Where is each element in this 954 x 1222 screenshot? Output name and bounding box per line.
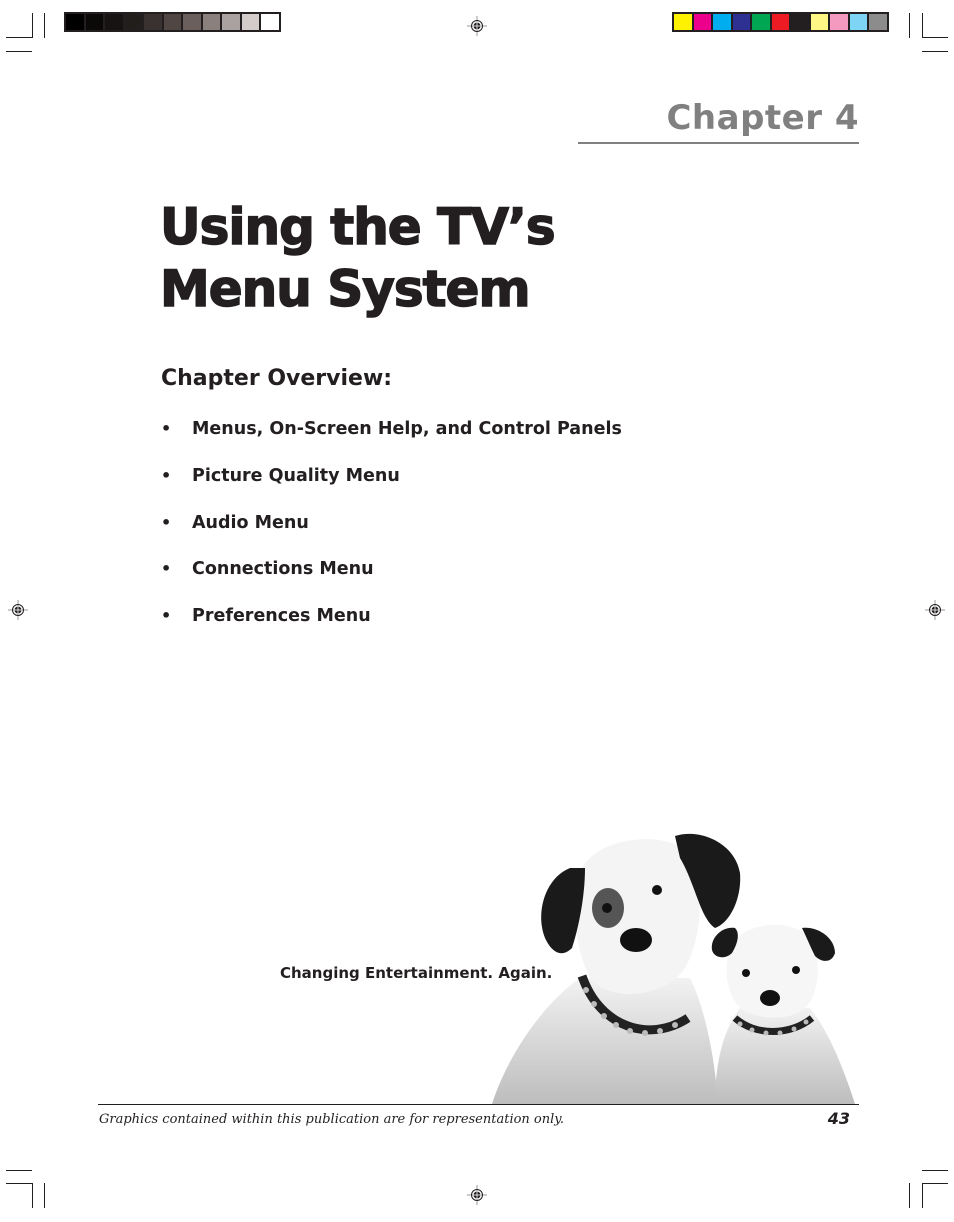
color-swatch — [202, 14, 221, 30]
color-swatch — [183, 14, 201, 30]
crop-mark — [922, 37, 948, 38]
large-dog-eye — [652, 885, 662, 895]
color-swatch — [163, 14, 182, 30]
crop-mark — [922, 13, 923, 38]
crop-mark — [32, 1183, 33, 1208]
color-swatch — [869, 14, 888, 30]
list-item-text: Connections Menu — [192, 559, 374, 580]
crop-mark — [6, 37, 32, 38]
small-dog-eye — [742, 969, 750, 977]
color-swatch — [85, 14, 104, 30]
small-dog-nose — [760, 990, 780, 1006]
page-title-line-1: Using the TV’s — [159, 197, 556, 257]
color-swatch — [810, 14, 829, 30]
chapter-label: Chapter 4 — [666, 98, 859, 138]
crop-mark — [44, 13, 45, 38]
color-swatch — [124, 14, 143, 30]
registration-mark-icon — [467, 16, 487, 36]
color-swatch — [791, 14, 809, 30]
bullet-icon: • — [161, 606, 172, 626]
crop-mark — [6, 51, 32, 52]
color-swatch — [713, 14, 731, 30]
footer-disclaimer: Graphics contained within this publicati… — [99, 1112, 565, 1127]
small-dog-eye — [792, 966, 800, 974]
list-item: • Menus, On-Screen Help, and Control Pane… — [161, 416, 622, 463]
list-item: • Preferences Menu — [161, 603, 622, 650]
list-item: • Picture Quality Menu — [161, 463, 622, 510]
footer-rule — [98, 1104, 859, 1105]
crop-mark — [922, 51, 948, 52]
list-item-text: Audio Menu — [192, 512, 309, 533]
color-swatch — [144, 14, 162, 30]
overview-heading: Chapter Overview: — [161, 366, 393, 391]
page-number: 43 — [827, 1109, 850, 1128]
bullet-icon: • — [161, 559, 172, 579]
crop-mark — [909, 1183, 910, 1208]
color-swatch — [732, 14, 751, 30]
bullet-icon: • — [161, 512, 172, 532]
list-item-text: Preferences Menu — [192, 606, 371, 627]
page-title: Using the TV’s Menu System — [159, 196, 556, 320]
crop-mark — [6, 1170, 32, 1171]
color-swatch — [771, 14, 790, 30]
color-calibration-bar — [672, 12, 889, 32]
crop-mark — [6, 1183, 32, 1184]
crop-mark — [32, 13, 33, 38]
overview-list: • Menus, On-Screen Help, and Control Pane… — [161, 416, 622, 650]
list-item: • Audio Menu — [161, 510, 622, 557]
large-dog-nose — [620, 928, 652, 952]
color-swatch — [752, 14, 770, 30]
crop-mark — [922, 1183, 923, 1208]
crop-mark — [922, 1183, 948, 1184]
list-item-text: Menus, On-Screen Help, and Control Panel… — [192, 419, 622, 439]
registration-mark-icon — [467, 1185, 487, 1205]
color-swatch — [105, 14, 123, 30]
large-dog-body — [492, 978, 718, 1104]
color-swatch — [830, 14, 848, 30]
dogs-photo — [492, 833, 855, 1104]
crop-mark — [922, 1170, 948, 1171]
list-item-text: Picture Quality Menu — [192, 465, 400, 486]
bullet-icon: • — [161, 465, 172, 485]
registration-mark-icon — [925, 600, 945, 620]
color-swatch — [261, 14, 280, 30]
grayscale-calibration-bar — [64, 12, 281, 32]
color-swatch — [66, 14, 84, 30]
color-swatch — [241, 14, 260, 30]
registration-mark-icon — [8, 600, 28, 620]
bullet-icon: • — [161, 419, 172, 438]
large-dog-eye — [602, 903, 612, 913]
crop-mark — [44, 1183, 45, 1208]
crop-mark — [909, 13, 910, 38]
page-title-line-2: Menu System — [159, 259, 531, 319]
color-swatch — [222, 14, 240, 30]
color-swatch — [674, 14, 692, 30]
color-swatch — [849, 14, 868, 30]
list-item: • Connections Menu — [161, 556, 622, 603]
color-swatch — [693, 14, 712, 30]
chapter-rule — [578, 142, 859, 144]
